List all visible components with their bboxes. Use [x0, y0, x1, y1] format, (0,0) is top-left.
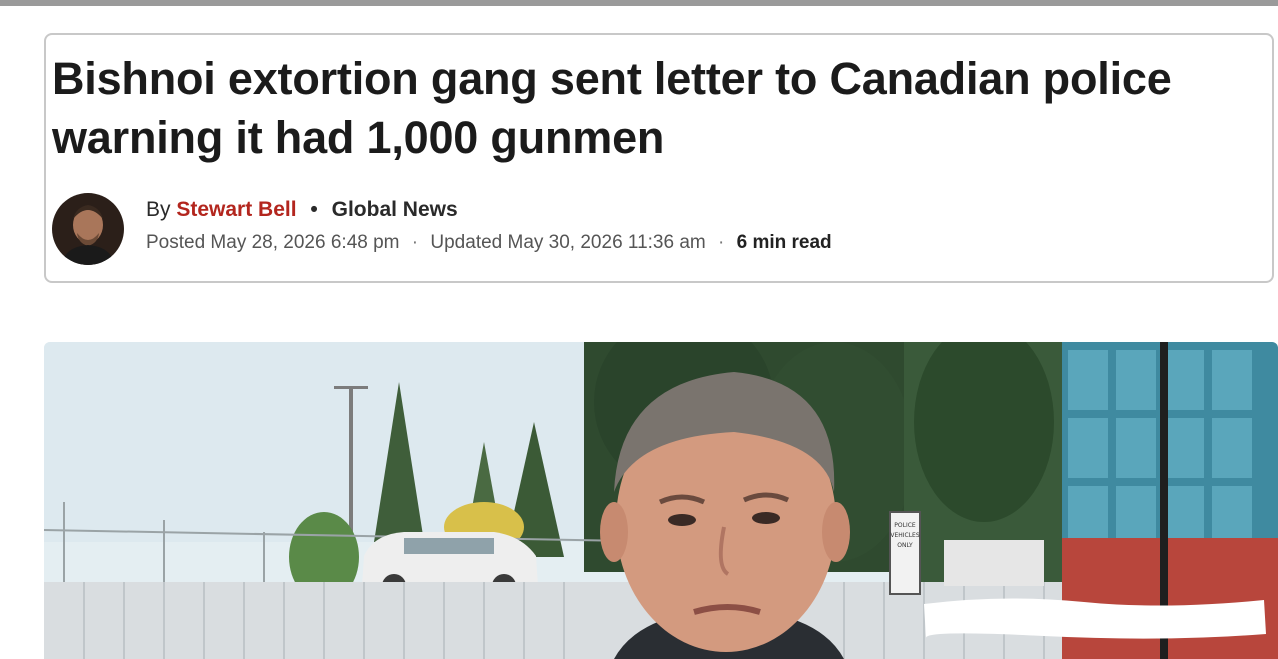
- hero-image[interactable]: POLICE VEHICLES ONLY: [44, 342, 1278, 659]
- top-edge-strip: [0, 0, 1278, 6]
- author-link[interactable]: Stewart Bell: [176, 198, 296, 221]
- article-meta: Posted May 28, 2026 6:48 pm · Updated Ma…: [146, 231, 832, 255]
- author-photo: [52, 193, 124, 265]
- sign-line-3: ONLY: [897, 542, 913, 549]
- posted-timestamp: Posted May 28, 2026 6:48 pm: [146, 232, 400, 253]
- read-time: 6 min read: [736, 232, 832, 253]
- byline: By Stewart Bell • Global News: [146, 197, 458, 223]
- article-header-card: Bishnoi extortion gang sent letter to Ca…: [44, 33, 1274, 283]
- publisher-link[interactable]: Global News: [332, 198, 458, 221]
- meta-separator: ·: [411, 232, 419, 253]
- author-avatar[interactable]: [52, 193, 124, 265]
- updated-timestamp: Updated May 30, 2026 11:36 am: [430, 232, 706, 253]
- sign-line-1: POLICE: [894, 522, 916, 529]
- meta-separator: ·: [718, 232, 725, 253]
- byline-prefix: By: [146, 198, 171, 221]
- article-headline: Bishnoi extortion gang sent letter to Ca…: [52, 53, 1172, 163]
- sign-line-2: VEHICLES: [890, 532, 920, 539]
- byline-separator: •: [310, 198, 318, 221]
- hero-photo: POLICE VEHICLES ONLY: [44, 342, 1278, 659]
